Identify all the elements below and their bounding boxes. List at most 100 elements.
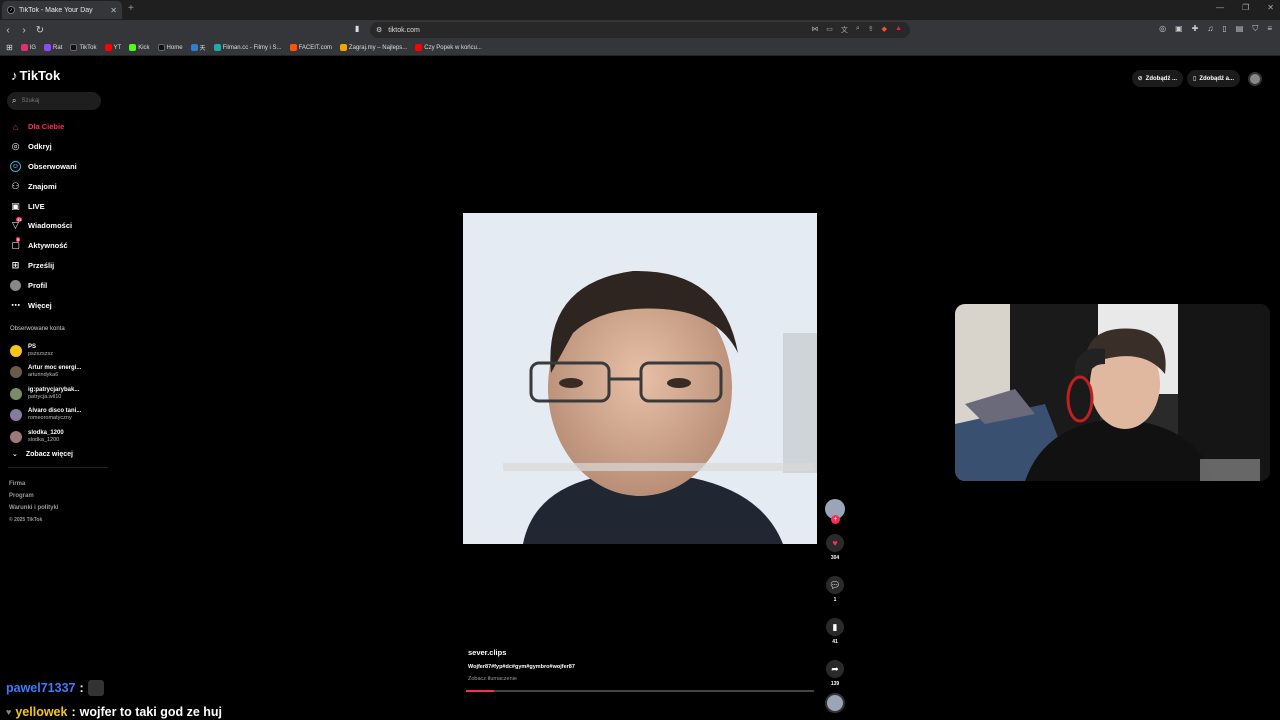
video-description: Wojfer87#fyp#dc#gym#gymbro#wojfer87 [468, 664, 575, 670]
footer-program-link[interactable]: Program [9, 490, 58, 502]
restore-icon[interactable]: ❐ [1242, 3, 1249, 12]
upload-icon: ⊞ [11, 259, 20, 270]
video-progress-bar[interactable] [466, 690, 814, 692]
profile-icon [10, 279, 21, 291]
followed-account[interactable]: Artur moc energi... arturindykа6 [10, 362, 110, 384]
bookmark-item[interactable]: IG [20, 44, 36, 51]
apps-icon[interactable]: ⊞ [6, 43, 13, 52]
video-frame [463, 213, 817, 544]
translate-icon[interactable]: 文 [841, 25, 848, 35]
sidebar-item-explore[interactable]: ◎ Odkryj [10, 137, 110, 157]
share-count: 139 [830, 681, 840, 687]
comment-button[interactable]: 💬︎ [826, 576, 844, 594]
shield-icon[interactable]: ⛉ [1252, 24, 1258, 34]
sidebar-item-following[interactable]: ☺ Obserwowani [10, 157, 110, 177]
bookmark-item[interactable]: Rat [44, 44, 62, 51]
brave-shield-icon[interactable]: ◆ [882, 25, 887, 35]
messages-badge: 31 [16, 216, 23, 222]
tab-title: TikTok - Make Your Day [19, 6, 93, 14]
back-icon[interactable]: ‹ [0, 25, 16, 36]
footer-terms-link[interactable]: Warunki i polityki [9, 502, 58, 514]
bookmark-item[interactable]: Home [157, 44, 183, 51]
footer-company-link[interactable]: Firma [9, 478, 58, 490]
vpn-icon[interactable]: ◎ [1159, 24, 1166, 34]
share-button[interactable]: ➦ [826, 660, 844, 678]
followed-account[interactable]: ig:patrycjarybak... patrycja.wil10 [10, 383, 110, 405]
sidebar-item-messages[interactable]: ▽ 31 Wiadomości [10, 216, 110, 236]
tiktok-logo[interactable]: ♪ TikTok [11, 68, 60, 83]
sidebar-item-friends[interactable]: ⚇ Znajomi [10, 176, 110, 196]
wallet-icon[interactable]: ▣ [1175, 24, 1183, 34]
get-coins-button[interactable]: ⊘ Zdobądź ... [1131, 70, 1184, 87]
sidebar-item-for-you[interactable]: ⌂ Dla Ciebie [10, 117, 110, 137]
search-input[interactable]: ⌕ Szukaj [7, 92, 101, 110]
followed-accounts-list: PS pszszszsz Artur moc energi... arturindy… [10, 340, 110, 448]
bookmark-item[interactable]: Kick [129, 44, 150, 51]
close-window-icon[interactable]: ✕ [1267, 3, 1274, 12]
sidebar-item-profile[interactable]: Profil [10, 275, 110, 295]
rewards-icon[interactable]: ▲ [895, 25, 902, 35]
sidebar-item-upload[interactable]: ⊞ Prześlij [10, 256, 110, 276]
cast-icon[interactable]: ▭ [826, 25, 833, 35]
bookmark-item[interactable]: TikTok [70, 44, 97, 51]
media-icon[interactable]: ♫ [1207, 24, 1213, 34]
browser-tab[interactable]: ♪ TikTok - Make Your Day ✕ [2, 1, 122, 19]
zoom-icon[interactable]: ⌕ [856, 25, 860, 35]
share-icon[interactable]: ⇪ [868, 25, 874, 35]
bookmark-item[interactable]: FACEIT.com [289, 44, 332, 51]
more-icon: ⋯ [11, 299, 20, 310]
like-button[interactable]: ♥ [826, 534, 844, 552]
browser-tabbar: ♪ TikTok - Make Your Day ✕ + — ❐ ✕ [0, 0, 1280, 20]
reader-icon[interactable]: ⋈ [811, 25, 818, 35]
tiktok-logo-icon: ♪ [11, 68, 18, 83]
avatar [10, 409, 22, 422]
bookmark-item[interactable]: Zagraj.my – Najleps... [339, 44, 407, 51]
emote-icon [87, 680, 104, 696]
bookmark-item[interactable]: 天 [190, 43, 206, 52]
comment-icon: 💬︎ [829, 579, 841, 590]
save-button[interactable]: ▮ [826, 618, 844, 636]
creator-avatar[interactable]: + [825, 499, 845, 524]
reload-icon[interactable]: ↻ [32, 25, 48, 36]
tabs-icon[interactable]: ▤ [1236, 24, 1244, 34]
see-translation-link[interactable]: Zobacz tłumaczenie [468, 676, 818, 682]
bookmark-item[interactable]: Filman.cc - Filmy i S... [213, 44, 282, 51]
followed-account[interactable]: slodka_1200 slodka_1200 [10, 426, 110, 448]
bookmark-item[interactable]: YT [104, 44, 121, 51]
chat-separator: : [71, 705, 76, 719]
share-arrow-icon: ➦ [831, 663, 839, 674]
address-bar[interactable]: ⚙ tiktok.com ⋈ ▭ 文 ⌕ ⇪ ◆ ▲ [370, 22, 910, 38]
extensions-icon[interactable]: ✚ [1192, 24, 1199, 34]
avatar [10, 344, 22, 357]
activity-badge: 9 [16, 236, 21, 242]
sidebar-nav: ⌂ Dla Ciebie ◎ Odkryj ☺ Obserwowani ⚇ Zn… [10, 117, 110, 315]
music-disc-icon[interactable] [825, 693, 845, 713]
webcam-overlay [955, 304, 1270, 481]
bookmark-item[interactable]: Czy Popek w końcu... [415, 44, 482, 51]
user-avatar[interactable] [1248, 71, 1262, 86]
minimize-icon[interactable]: — [1216, 3, 1224, 12]
video-actions: + ♥ 304 💬︎ 1 ▮ 41 ➦ 139 [822, 499, 848, 713]
sidebar-item-activity[interactable]: ▢ 9 Aktywność [10, 236, 110, 256]
chat-username: pawel71337 [6, 681, 76, 695]
close-tab-icon[interactable]: ✕ [110, 6, 117, 15]
video-player[interactable] [463, 213, 817, 544]
new-tab-button[interactable]: + [128, 3, 134, 14]
webcam-frame [955, 304, 1270, 481]
messages-icon: ▽ [12, 220, 19, 231]
sidebar-item-more[interactable]: ⋯ Więcej [10, 295, 110, 315]
forward-icon[interactable]: › [16, 25, 32, 36]
video-author[interactable]: sever.clips [468, 648, 818, 657]
sidebar-item-live[interactable]: ▣ LIVE [10, 196, 110, 216]
follow-plus-icon[interactable]: + [831, 515, 840, 524]
menu-icon[interactable]: ≡ [1267, 24, 1272, 34]
sidebar-icon[interactable]: ▯ [1222, 24, 1226, 34]
bookmark-page-icon[interactable]: ▮ [355, 24, 359, 33]
followed-account[interactable]: PS pszszszsz [10, 340, 110, 362]
get-app-button[interactable]: ▯ Zdobądź a... [1187, 70, 1240, 87]
followed-account[interactable]: Alvaro disco tani... romeoromatyczny [10, 405, 110, 427]
sidebar-divider [8, 467, 108, 468]
see-more-button[interactable]: ⌄ Zobacz więcej [12, 450, 73, 459]
site-info-icon[interactable]: ⚙ [376, 26, 382, 34]
top-right-actions: ⊘ Zdobądź ... ▯ Zdobądź a... [1131, 70, 1262, 87]
